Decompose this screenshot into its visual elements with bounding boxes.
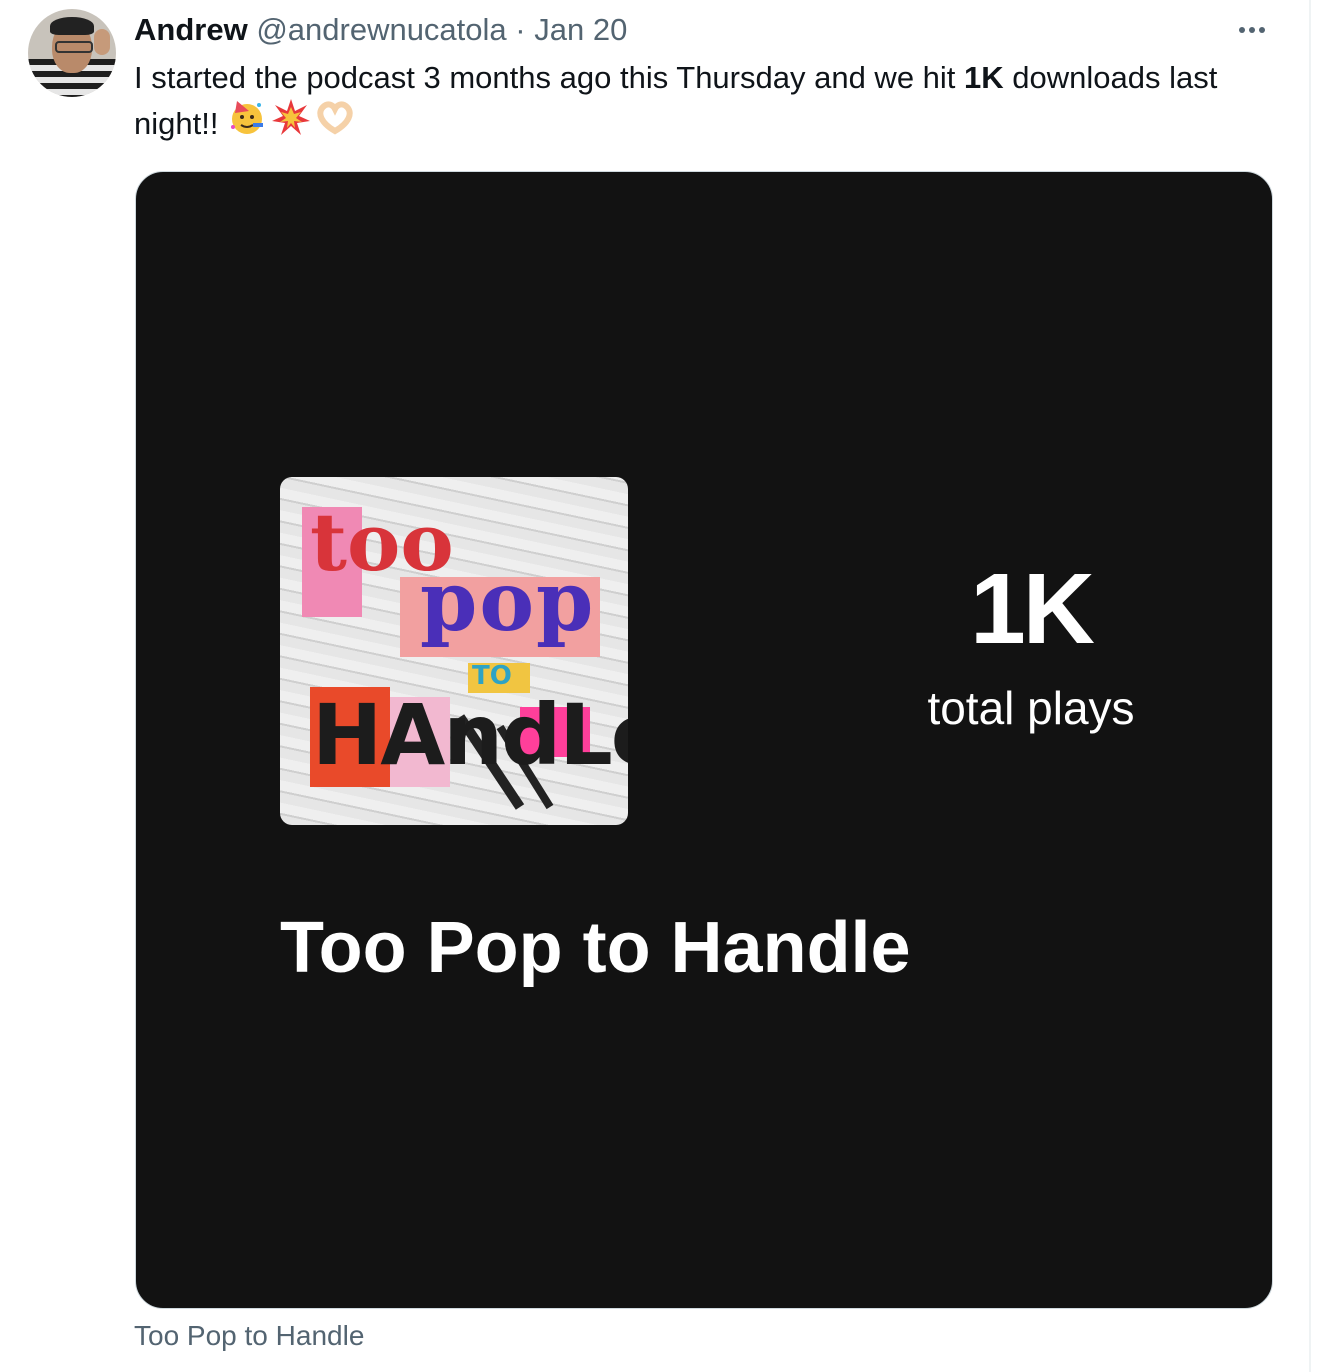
author-handle[interactable]: @andrewnucatola (256, 12, 506, 47)
more-options-icon[interactable] (1232, 16, 1272, 44)
collision-icon (271, 97, 311, 149)
cover-art-word-pop: pop (420, 554, 596, 650)
tweet-text: I started the podcast 3 months ago this … (134, 56, 1284, 152)
tweet-text-part1: I started the podcast 3 months ago this … (134, 60, 965, 95)
podcast-title: Too Pop to Handle (280, 908, 911, 988)
avatar-hair (50, 17, 94, 35)
author-name[interactable]: Andrew (134, 12, 248, 47)
heart-hands-icon (315, 97, 355, 149)
podcast-media-card[interactable]: too pop TO HAndLe 1K total plays Too Pop… (135, 171, 1273, 1309)
header-separator: · (515, 12, 526, 47)
total-plays-label: total plays (927, 682, 1135, 734)
tweet-header: Andrew @andrewnucatola · Jan 20 (134, 10, 627, 50)
podcast-cover-art: too pop TO HAndLe (280, 477, 628, 825)
avatar-glasses (55, 41, 93, 53)
tweet-date[interactable]: Jan 20 (534, 12, 627, 47)
media-card-caption-link[interactable]: Too Pop to Handle (134, 1318, 364, 1354)
column-divider (1309, 0, 1311, 1372)
avatar-hand (94, 29, 110, 55)
tweet-text-bold: 1K (964, 60, 1004, 95)
cover-art-word-handle: HAndLe (312, 686, 628, 784)
avatar[interactable] (28, 9, 116, 97)
partying-face-icon (227, 97, 267, 149)
total-plays-value: 1K (970, 553, 1095, 665)
